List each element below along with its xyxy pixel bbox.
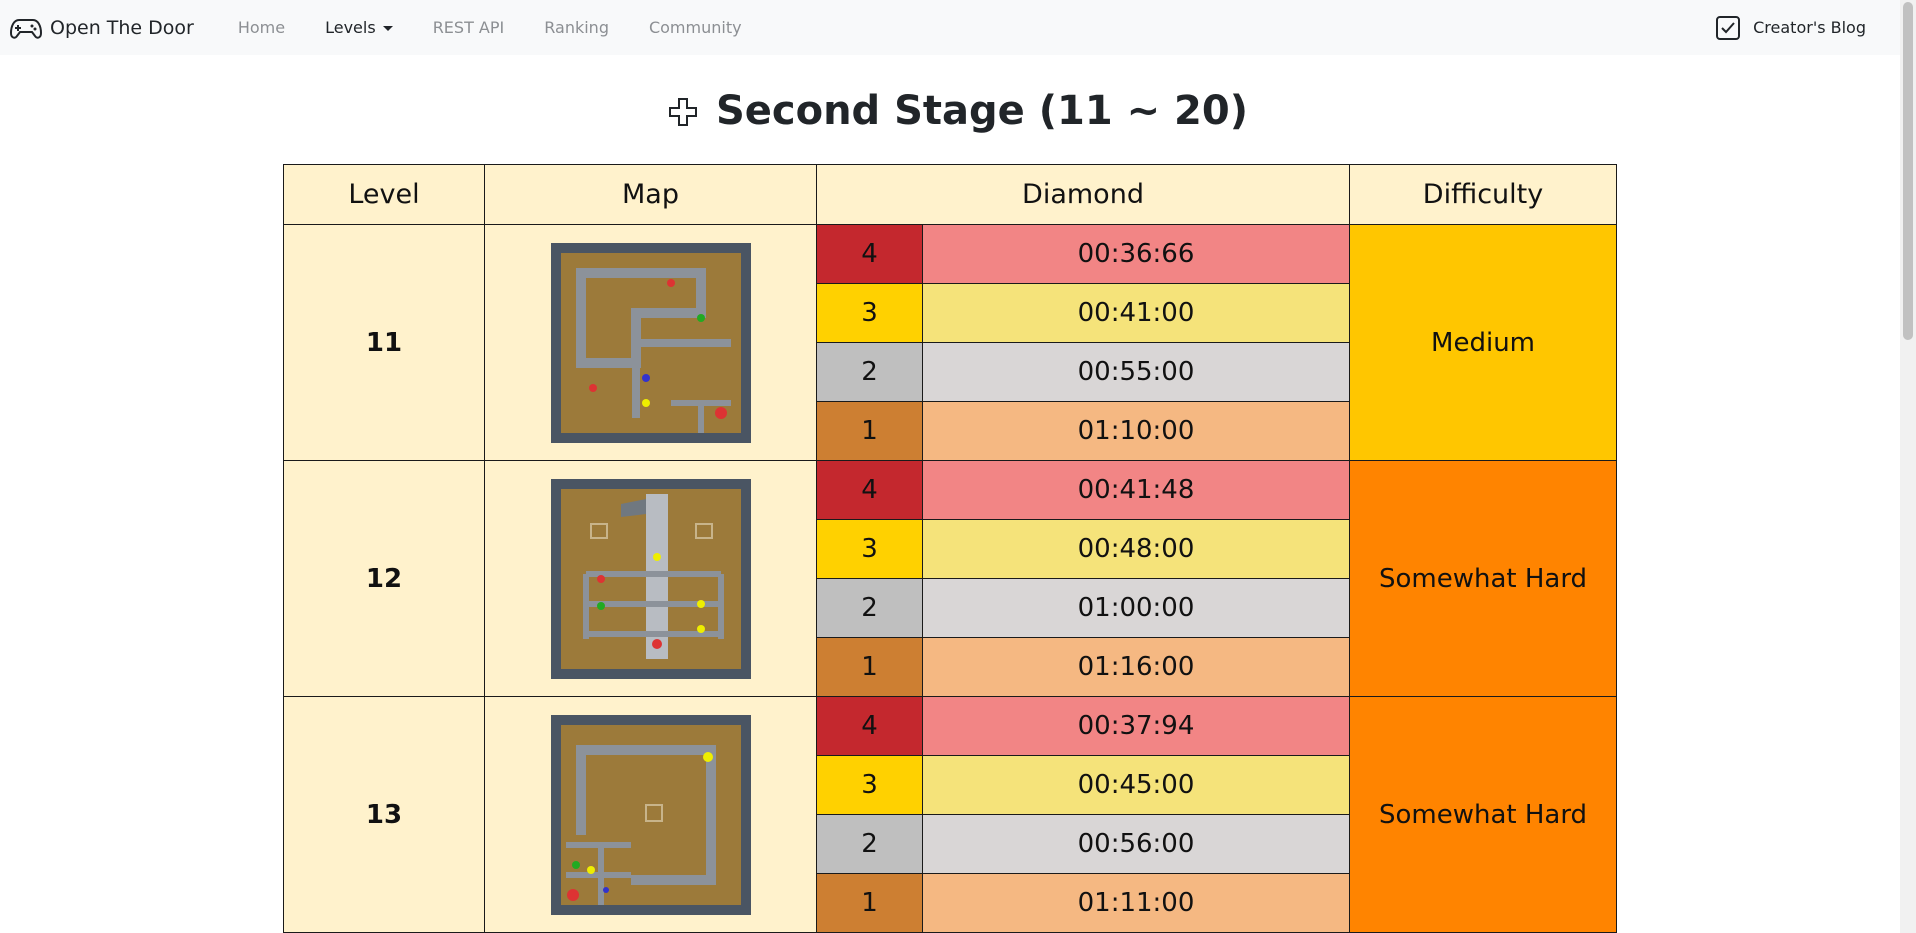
diamond-time: 00:37:94	[921, 696, 1351, 756]
nav-rest-api[interactable]: REST API	[413, 0, 525, 55]
diamond-time: 00:45:00	[921, 755, 1351, 815]
map-thumbnail-12[interactable]	[550, 478, 751, 679]
difficulty-label: Somewhat Hard	[1349, 696, 1618, 933]
gamepad-icon	[10, 18, 42, 39]
diamond-rank: 1	[816, 873, 923, 933]
diamond-rank: 4	[816, 224, 923, 284]
stage-table: Level Map Diamond Difficulty 11 4 00:36:…	[283, 164, 1618, 933]
brand-name: Open The Door	[50, 16, 194, 39]
map-thumbnail-13[interactable]	[550, 714, 751, 915]
level-number: 13	[283, 696, 485, 933]
diamond-rank: 1	[816, 637, 923, 697]
diamond-time: 01:10:00	[921, 401, 1351, 461]
difficulty-label: Medium	[1349, 224, 1618, 461]
header-map: Map	[484, 164, 817, 225]
diamond-time: 00:48:00	[921, 519, 1351, 579]
header-difficulty: Difficulty	[1349, 164, 1618, 225]
creators-blog-link[interactable]: Creator's Blog	[1715, 0, 1866, 55]
diamond-time: 00:56:00	[921, 814, 1351, 874]
navbar: Open The Door Home Levels REST API Ranki…	[0, 0, 1916, 55]
diamond-rank: 2	[816, 342, 923, 402]
diamond-time: 01:00:00	[921, 578, 1351, 638]
header-diamond: Diamond	[815, 164, 1351, 225]
diamond-rank: 3	[816, 519, 923, 579]
brand-link[interactable]: Open The Door	[10, 12, 194, 44]
nav-levels-dropdown[interactable]: Levels	[305, 0, 413, 55]
diamond-rank: 3	[816, 283, 923, 343]
diamond-time: 00:36:66	[921, 224, 1351, 284]
diamond-time: 01:11:00	[921, 873, 1351, 933]
creators-blog-label: Creator's Blog	[1753, 18, 1866, 37]
diamond-rank: 4	[816, 460, 923, 520]
map-cell	[484, 224, 817, 461]
page-title: Second Stage (11 ~ 20)	[0, 86, 1916, 136]
nav-levels-label: Levels	[325, 18, 376, 37]
diamond-rank: 2	[816, 578, 923, 638]
level-number: 12	[283, 460, 485, 697]
scrollbar-thumb[interactable]	[1903, 2, 1913, 340]
diamond-time: 01:16:00	[921, 637, 1351, 697]
caret-down-icon	[382, 26, 393, 31]
diamond-rank: 4	[816, 696, 923, 756]
diamond-time: 00:55:00	[921, 342, 1351, 402]
map-thumbnail-11[interactable]	[550, 242, 751, 443]
checkbox-icon	[1716, 15, 1741, 40]
nav-community[interactable]: Community	[629, 0, 762, 55]
table-header-row: Level Map Diamond Difficulty	[283, 164, 1618, 225]
table-row: 12 4 00:41:48 Somewhat Hard	[283, 460, 1618, 697]
diamond-rank: 1	[816, 401, 923, 461]
nav-home[interactable]: Home	[218, 0, 305, 55]
table-row: 13 4 00:37:94 Somewhat Hard	[283, 696, 1618, 933]
header-level: Level	[283, 164, 485, 225]
nav-ranking[interactable]: Ranking	[524, 0, 629, 55]
level-number: 11	[283, 224, 485, 461]
dpad-icon	[669, 98, 698, 126]
page-title-text: Second Stage (11 ~ 20)	[715, 88, 1248, 134]
difficulty-label: Somewhat Hard	[1349, 460, 1618, 697]
map-cell	[484, 460, 817, 697]
diamond-time: 00:41:48	[921, 460, 1351, 520]
map-cell	[484, 696, 817, 933]
page-scrollbar[interactable]	[1900, 0, 1916, 933]
table-row: 11 4 00:36:66 Medium	[283, 224, 1618, 461]
diamond-rank: 3	[816, 755, 923, 815]
diamond-time: 00:41:00	[921, 283, 1351, 343]
diamond-rank: 2	[816, 814, 923, 874]
